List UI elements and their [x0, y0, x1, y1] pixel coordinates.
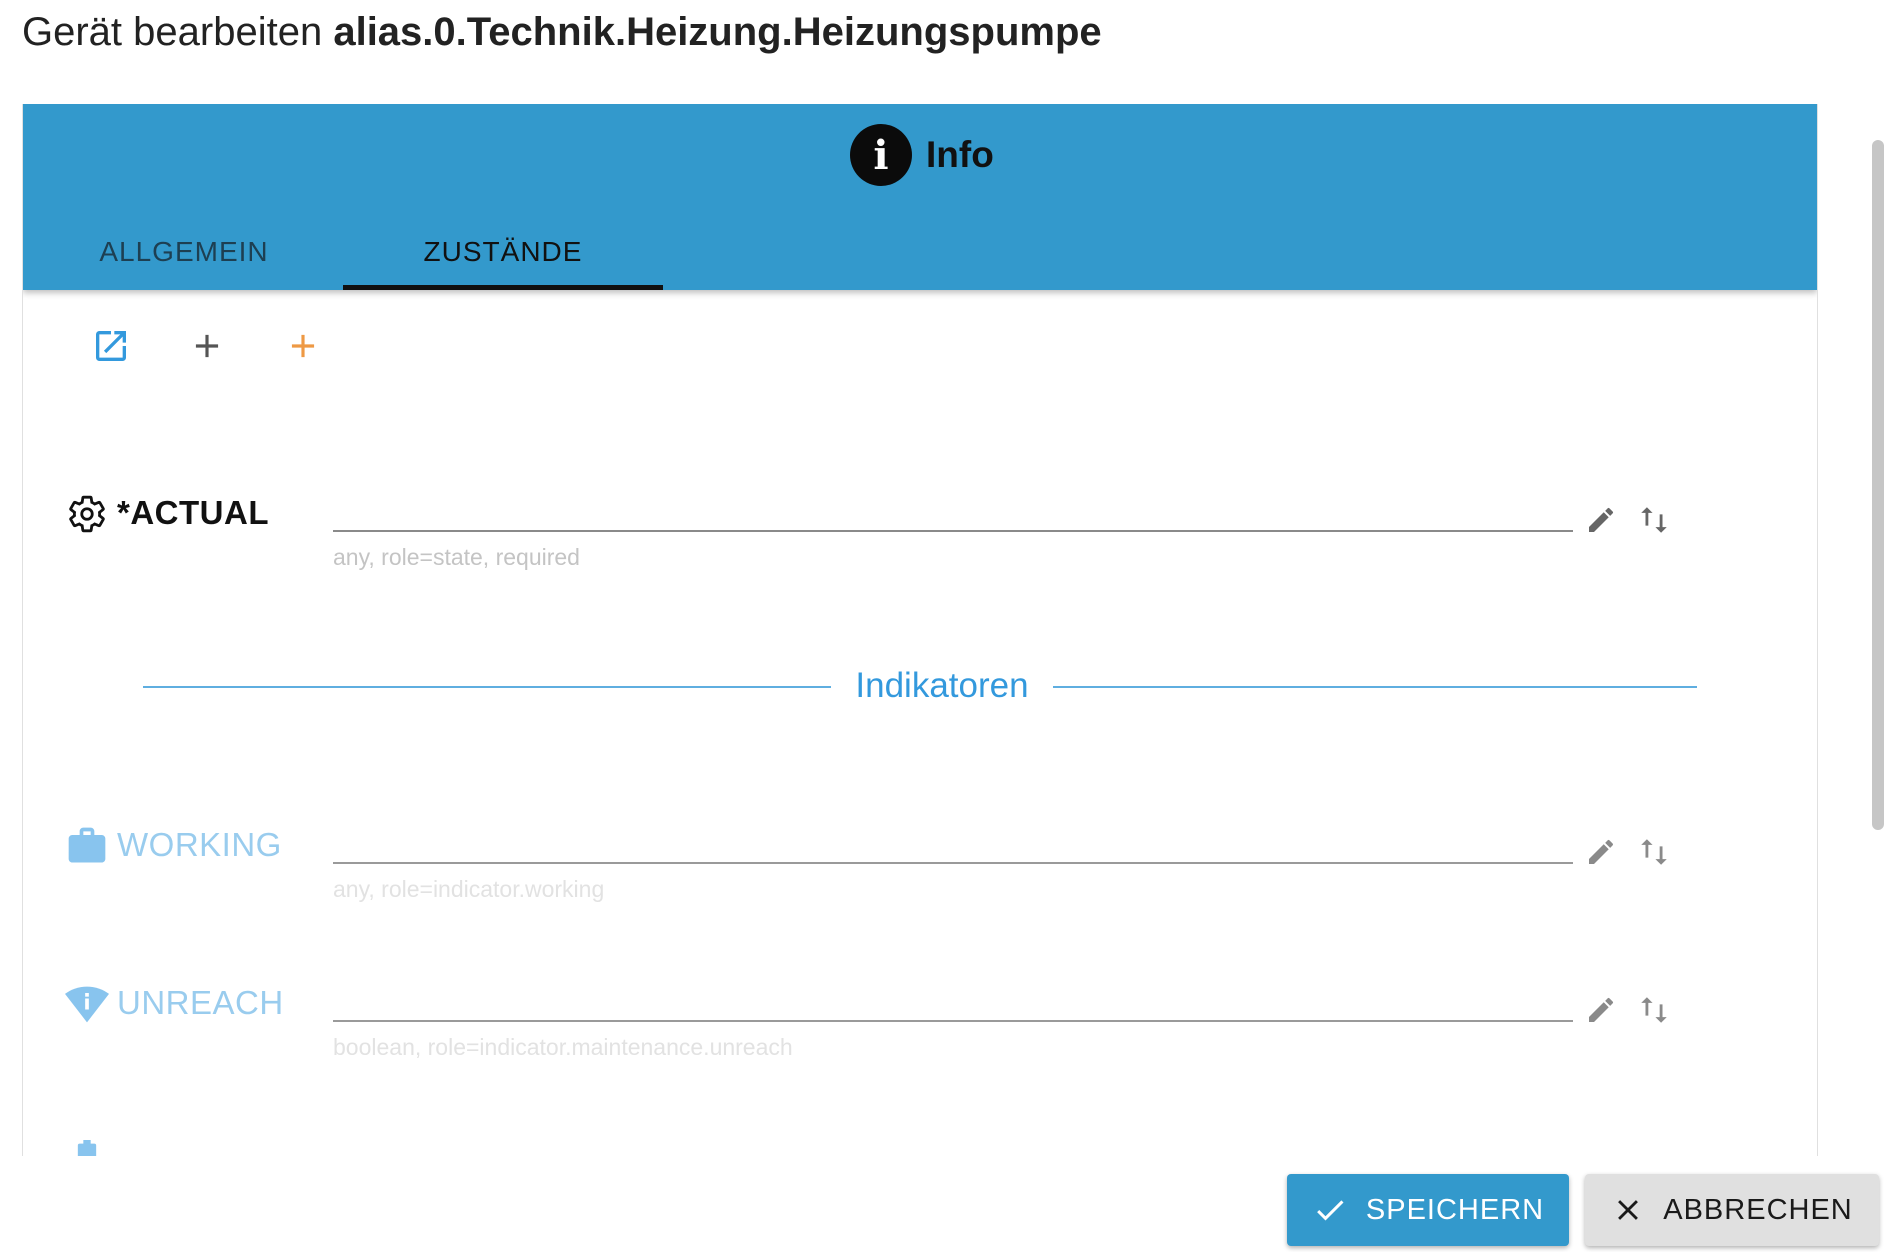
state-hint-actual: any, role=state, required: [333, 544, 580, 570]
edit-button-working[interactable]: [1581, 832, 1621, 872]
check-icon: [1312, 1192, 1348, 1228]
edit-button-unreach[interactable]: [1581, 990, 1621, 1030]
section-header: i Info ALLGEMEIN ZUSTÄNDE: [23, 104, 1817, 290]
state-row-unreach: UNREACH boolean, role=indicator.maintena…: [23, 982, 1817, 1082]
tab-allgemein-label: ALLGEMEIN: [99, 236, 269, 267]
swap-vertical-icon: [1641, 839, 1667, 865]
battery-icon: [65, 1140, 109, 1156]
state-hint-working: any, role=indicator.working: [333, 876, 605, 902]
tab-allgemein[interactable]: ALLGEMEIN: [24, 214, 344, 290]
section-title: Info: [926, 134, 994, 175]
close-icon: [1611, 1193, 1645, 1227]
state-id-input-working[interactable]: [333, 862, 1573, 864]
divider-line-left: [143, 686, 831, 688]
state-row-working: WORKING any, role=indicator.working: [23, 824, 1817, 924]
indicators-heading: Indikatoren: [855, 666, 1029, 705]
dialog-content: i Info ALLGEMEIN ZUSTÄNDE *ACTUAL any, r…: [22, 104, 1818, 1156]
gear-icon: [65, 492, 109, 536]
scrollbar[interactable]: [1872, 140, 1884, 830]
state-label-working: WORKING: [117, 826, 282, 863]
read-write-button-unreach[interactable]: [1634, 990, 1674, 1030]
edit-button-actual[interactable]: [1581, 500, 1621, 540]
cancel-button[interactable]: ABBRECHEN: [1585, 1174, 1879, 1246]
section-header-title: i Info: [850, 124, 994, 186]
divider-line-right: [1053, 686, 1697, 688]
swap-vertical-icon: [1641, 997, 1667, 1023]
state-row-lowbat: [23, 1140, 1817, 1156]
tab-zustaende-label: ZUSTÄNDE: [423, 236, 583, 267]
info-icon-glyph: i: [873, 131, 889, 179]
pencil-icon: [1589, 507, 1614, 532]
swap-vertical-icon: [1641, 507, 1667, 533]
save-button[interactable]: SPEICHERN: [1287, 1174, 1569, 1246]
open-in-new-icon: [96, 331, 126, 361]
state-hint-unreach: boolean, role=indicator.maintenance.unre…: [333, 1034, 793, 1060]
add-custom-state-button[interactable]: [281, 324, 325, 368]
wifi-info-icon: [65, 982, 109, 1026]
info-icon: i: [850, 124, 912, 186]
indicators-divider: Indikatoren: [143, 658, 1697, 718]
add-icon: [195, 334, 219, 358]
add-orange-icon: [291, 334, 315, 358]
briefcase-icon: [65, 824, 109, 868]
dialog-title-prefix: Gerät bearbeiten: [22, 10, 323, 54]
open-in-new-button[interactable]: [89, 324, 133, 368]
read-write-button-actual[interactable]: [1634, 500, 1674, 540]
tab-zustaende[interactable]: ZUSTÄNDE: [343, 214, 663, 290]
state-label-actual: *ACTUAL: [117, 494, 269, 531]
cancel-button-label: ABBRECHEN: [1663, 1193, 1853, 1226]
save-button-label: SPEICHERN: [1365, 1193, 1545, 1226]
state-id-input-unreach[interactable]: [333, 1020, 1573, 1022]
dialog-title: Gerät bearbeiten alias.0.Technik.Heizung…: [22, 10, 1102, 55]
active-tab-indicator: [343, 285, 663, 290]
state-id-input-actual[interactable]: [333, 530, 1573, 532]
pencil-icon: [1589, 839, 1614, 864]
add-state-button[interactable]: [185, 324, 229, 368]
read-write-button-working[interactable]: [1634, 832, 1674, 872]
state-row-actual: *ACTUAL any, role=state, required: [23, 492, 1817, 592]
states-toolbar: [89, 324, 325, 368]
state-label-unreach: UNREACH: [117, 984, 284, 1021]
device-id: alias.0.Technik.Heizung.Heizungspumpe: [333, 10, 1102, 54]
pencil-icon: [1589, 997, 1614, 1022]
